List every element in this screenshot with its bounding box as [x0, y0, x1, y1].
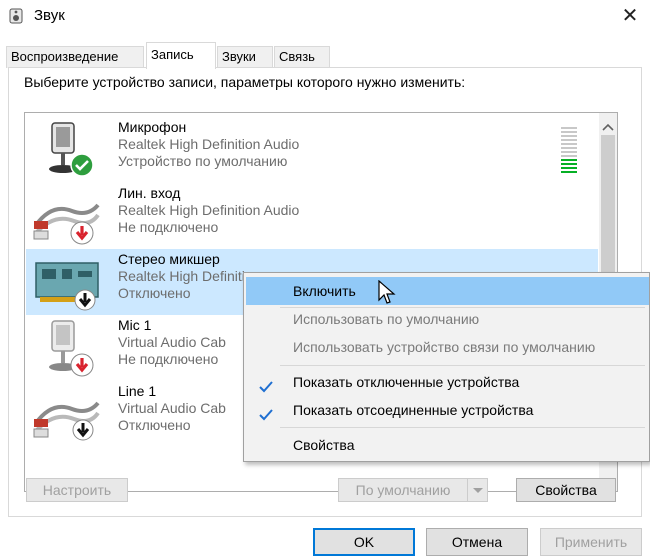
menu-item-set-default-communication[interactable]: Использовать устройство связи по умолчан…	[246, 333, 649, 361]
device-driver: Virtual Audio Cab	[118, 400, 226, 416]
tab-recording[interactable]: Запись	[146, 42, 216, 69]
device-status: Не подключено	[118, 351, 219, 367]
close-button[interactable]: ✕	[610, 0, 650, 30]
instruction-text: Выберите устройство записи, параметры ко…	[24, 74, 466, 90]
menu-item-label: Использовать устройство связи по умолчан…	[293, 339, 596, 355]
tab-label: Воспроизведение	[11, 49, 119, 64]
speaker-icon	[8, 7, 26, 25]
level-meter-bar	[561, 167, 577, 169]
button-label: Отмена	[451, 534, 503, 550]
device-driver: Virtual Audio Cab	[118, 334, 226, 350]
set-default-button[interactable]: По умолчанию	[338, 478, 488, 502]
menu-item-show-disabled-devices[interactable]: Показать отключенные устройства	[246, 368, 649, 396]
level-meter-bar	[561, 127, 577, 129]
tab-communications[interactable]: Связь	[274, 46, 330, 68]
check-badge-icon	[70, 153, 94, 177]
menu-separator	[280, 365, 645, 366]
level-meter-bar	[561, 163, 577, 165]
level-meter-bar	[561, 159, 577, 161]
level-meter-bar	[561, 151, 577, 153]
button-label: Настроить	[42, 482, 112, 498]
apply-button[interactable]: Применить	[540, 528, 642, 556]
tab-label: Запись	[151, 47, 194, 62]
level-meter-bar	[561, 143, 577, 145]
tab-label: Звуки	[222, 49, 256, 64]
title-bar	[0, 0, 650, 34]
mouse-cursor-icon	[378, 279, 398, 306]
menu-item-label: Включить	[293, 283, 356, 299]
list-item-line-in[interactable]: Лин. вход Realtek High Definition Audio …	[26, 183, 598, 249]
context-menu: Включить Использовать по умолчанию Испол…	[243, 272, 650, 462]
ok-button[interactable]: OK	[313, 528, 415, 556]
window-title: Звук	[34, 7, 65, 24]
device-name: Line 1	[118, 383, 157, 399]
properties-button[interactable]: Свойства	[516, 478, 616, 502]
button-label: OK	[353, 534, 375, 550]
black-down-arrow-badge-icon	[72, 419, 94, 441]
device-status: Устройство по умолчанию	[118, 153, 288, 169]
checkmark-icon	[258, 403, 274, 421]
menu-item-label: Свойства	[293, 437, 355, 453]
level-meter-bar	[561, 147, 577, 149]
cancel-button[interactable]: Отмена	[426, 528, 528, 556]
menu-item-label: Показать отсоединенные устройства	[293, 402, 534, 418]
button-label: По умолчанию	[355, 482, 451, 498]
black-down-arrow-badge-icon	[74, 289, 96, 311]
red-down-arrow-badge-icon	[70, 353, 94, 377]
menu-item-set-default[interactable]: Использовать по умолчанию	[246, 305, 649, 333]
device-name: Стерео микшер	[118, 251, 220, 267]
configure-button[interactable]: Настроить	[26, 478, 128, 502]
device-name: Микрофон	[118, 119, 187, 135]
tab-label: Связь	[279, 49, 315, 64]
scrollbar-thumb[interactable]	[601, 135, 615, 275]
tab-sounds[interactable]: Звуки	[217, 46, 273, 68]
device-name: Лин. вход	[118, 185, 181, 201]
device-status: Отключено	[118, 285, 191, 301]
level-meter-bar	[561, 139, 577, 141]
menu-item-label: Показать отключенные устройства	[293, 374, 520, 390]
menu-item-show-disconnected-devices[interactable]: Показать отсоединенные устройства	[246, 396, 649, 424]
menu-item-enable[interactable]: Включить	[246, 277, 649, 305]
chevron-up-icon[interactable]	[602, 119, 614, 131]
checkmark-icon	[258, 375, 274, 393]
device-driver: Realtek High Definition Audio	[118, 136, 300, 152]
device-status: Не подключено	[118, 219, 219, 235]
close-icon: ✕	[621, 3, 639, 27]
level-meter-bar	[561, 135, 577, 137]
level-meter-bar	[561, 155, 577, 157]
menu-item-label: Использовать по умолчанию	[293, 311, 480, 327]
chevron-down-icon[interactable]	[467, 479, 487, 501]
button-label: Свойства	[535, 482, 597, 498]
level-meter-bar	[561, 171, 577, 173]
device-status: Отключено	[118, 417, 191, 433]
device-driver: Realtek High Definiti	[118, 268, 245, 284]
tab-strip: Воспроизведение Запись Звуки Связь	[0, 42, 650, 69]
menu-item-properties[interactable]: Свойства	[246, 431, 649, 459]
device-name: Mic 1	[118, 317, 152, 333]
tab-playback[interactable]: Воспроизведение	[6, 46, 144, 68]
red-down-arrow-badge-icon	[70, 221, 94, 245]
level-meter	[561, 127, 577, 175]
level-meter-bar	[561, 131, 577, 133]
device-driver: Realtek High Definition Audio	[118, 202, 300, 218]
list-item-microphone[interactable]: Микрофон Realtek High Definition Audio У…	[26, 117, 598, 183]
menu-separator	[280, 427, 645, 428]
button-label: Применить	[554, 534, 628, 550]
